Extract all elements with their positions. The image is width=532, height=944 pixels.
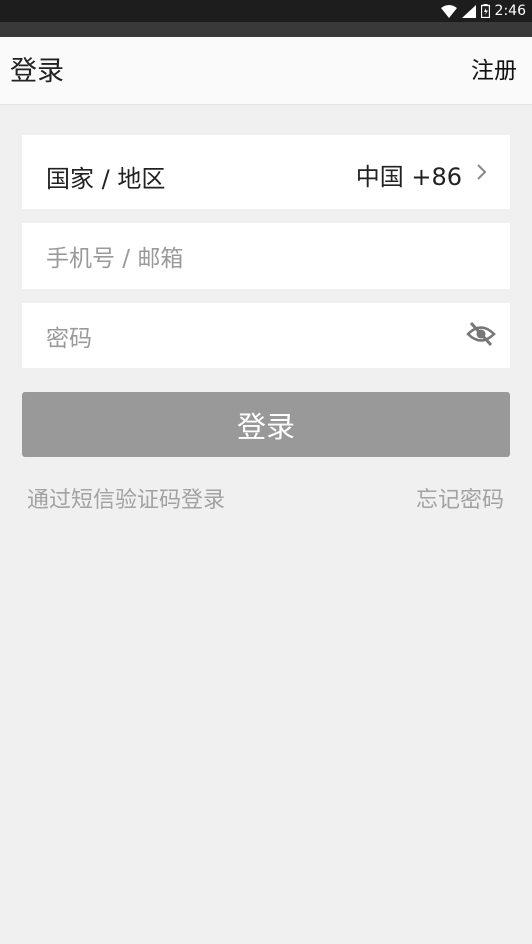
chevron-right-icon [476, 163, 488, 185]
status-time: 2:46 [494, 3, 526, 19]
battery-icon [480, 4, 490, 18]
country-selector[interactable]: 国家 / 地区 中国 +86 [22, 135, 510, 209]
signal-icon [461, 4, 476, 18]
login-button[interactable]: 登录 [22, 392, 510, 457]
password-input[interactable]: 密码 [46, 303, 466, 368]
sms-login-link[interactable]: 通过短信验证码登录 [27, 482, 225, 514]
status-bar-shadow [0, 22, 532, 37]
page-title: 登录 [10, 56, 64, 87]
phone-email-input[interactable]: 手机号 / 邮箱 [46, 223, 466, 289]
country-value: 中国 +86 [355, 163, 462, 191]
country-label: 国家 / 地区 [46, 165, 166, 193]
eye-off-icon[interactable] [466, 321, 496, 351]
app-bar: 登录 注册 [0, 37, 532, 105]
password-row: 密码 [22, 303, 510, 368]
status-bar: 2:46 [0, 0, 532, 22]
register-button[interactable]: 注册 [471, 51, 517, 85]
wifi-icon [440, 4, 457, 18]
phone-email-row: 手机号 / 邮箱 [22, 223, 510, 289]
forgot-password-link[interactable]: 忘记密码 [416, 482, 504, 514]
